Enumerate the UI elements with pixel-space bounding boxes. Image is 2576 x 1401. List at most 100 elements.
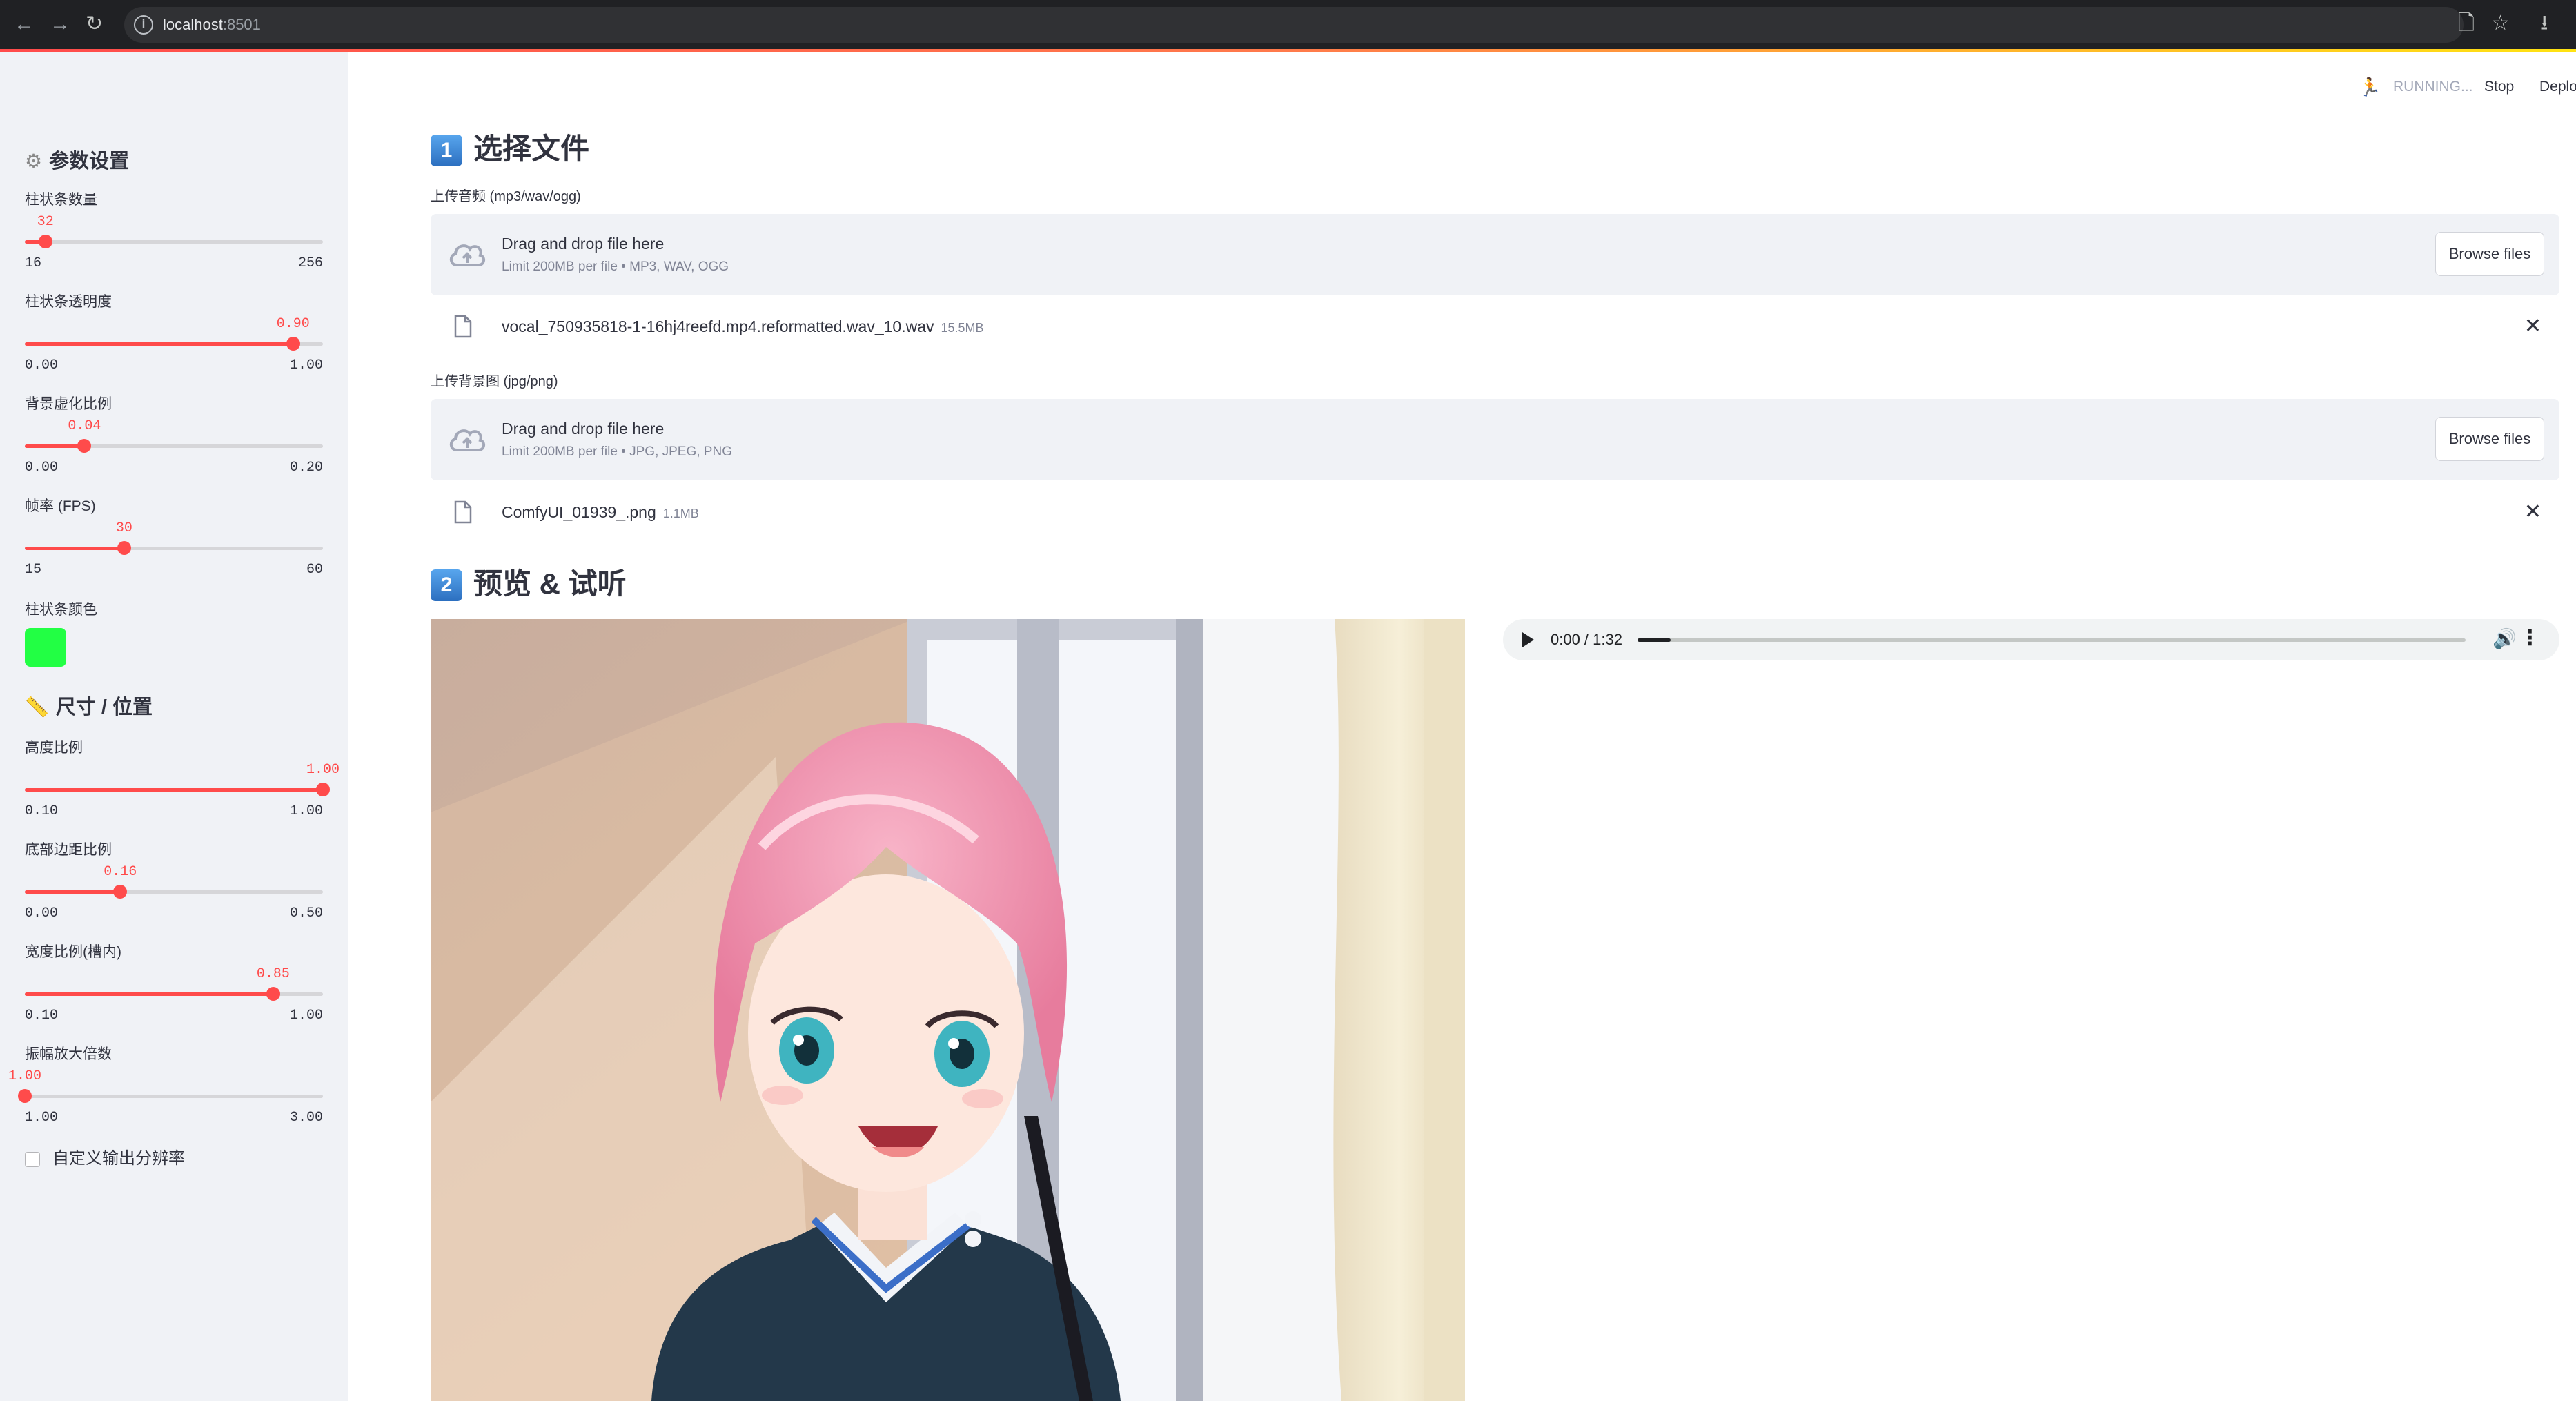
dropzone-limit: Limit 200MB per file • JPG, JPEG, PNG — [502, 444, 732, 459]
slider-min: 16 — [25, 255, 42, 271]
deploy-button[interactable]: Deplo — [2539, 75, 2576, 99]
slider-max: 1.00 — [289, 1008, 323, 1023]
file-name: vocal_750935818-1-16hj4reefd.mp4.reforma… — [502, 317, 934, 335]
uploaded-image-file: ComfyUI_01939_.png 1.1MB ✕ — [431, 485, 2559, 540]
slider-thumb[interactable] — [117, 541, 131, 555]
slider-min: 0.00 — [25, 460, 59, 476]
slider-track[interactable] — [25, 541, 323, 555]
slider-min: 0.00 — [25, 905, 59, 921]
slider-thumb[interactable] — [38, 235, 52, 248]
slider-min: 0.10 — [25, 803, 59, 819]
url-host: localhost — [163, 16, 223, 33]
checkbox-box[interactable] — [25, 1151, 40, 1167]
stop-button[interactable]: Stop — [2484, 75, 2514, 99]
slider-value: 1.00 — [306, 762, 340, 778]
slider-value: 30 — [115, 520, 132, 536]
slider-max: 0.20 — [289, 460, 323, 476]
sidebar-section-size: 📏 尺寸 / 位置 — [25, 694, 153, 721]
uploaded-audio-file: vocal_750935818-1-16hj4reefd.mp4.reforma… — [431, 300, 2559, 355]
sidebar-section-params: ⚙ 参数设置 — [25, 148, 129, 175]
ruler-icon: 📏 — [25, 696, 49, 718]
bookmark-star-icon[interactable]: ☆ — [2491, 11, 2510, 36]
page-icon[interactable]: 🗋 — [2458, 11, 2475, 36]
slider-max: 0.50 — [289, 905, 323, 921]
audio-upload-label: 上传音频 (mp3/wav/ogg) — [431, 189, 581, 204]
volume-icon[interactable]: 🔊 — [2493, 627, 2517, 651]
slider-track[interactable] — [25, 439, 323, 453]
slider-max: 1.00 — [289, 803, 323, 819]
slider-label: 柱状条透明度 — [25, 294, 112, 310]
slider-fill — [25, 788, 323, 792]
slider-label: 背景虚化比例 — [25, 396, 112, 412]
url-port: :8501 — [222, 16, 261, 33]
slider-fill — [25, 547, 124, 550]
browser-toolbar: ← → ↻ i localhost:8501 🗋 ☆ ⭳ — [0, 0, 2576, 49]
slider-fill — [25, 890, 121, 894]
slider-thumb[interactable] — [316, 783, 330, 796]
slider-track[interactable] — [25, 783, 330, 796]
background-image-preview — [431, 619, 1465, 1401]
address-bar[interactable]: i localhost:8501 — [124, 7, 2464, 43]
play-icon[interactable] — [1522, 632, 1534, 647]
slider-label: 柱状条数量 — [25, 192, 97, 208]
slider-label: 振幅放大倍数 — [25, 1046, 112, 1062]
file-size: 15.5MB — [941, 321, 984, 335]
slider-label: 高度比例 — [25, 740, 83, 756]
download-icon[interactable]: ⭳ — [2541, 11, 2548, 36]
gear-icon: ⚙ — [25, 150, 43, 172]
site-info-icon[interactable]: i — [134, 15, 153, 35]
reload-icon[interactable]: ↻ — [86, 12, 103, 36]
slider-thumb[interactable] — [18, 1089, 32, 1103]
slider-max: 60 — [306, 562, 323, 578]
running-man-icon: 🏃 — [2359, 77, 2381, 97]
slider-fill — [25, 992, 273, 996]
bar-color-picker[interactable] — [25, 628, 66, 667]
cloud-upload-icon — [449, 429, 485, 451]
sidebar — [0, 52, 348, 1401]
audio-dropzone[interactable]: Drag and drop file here Limit 200MB per … — [431, 214, 2559, 295]
back-icon[interactable]: ← — [14, 12, 35, 36]
image-dropzone[interactable]: Drag and drop file here Limit 200MB per … — [431, 399, 2559, 480]
cloud-upload-icon — [449, 244, 485, 266]
section-title-text: 预览 & 试听 — [473, 567, 627, 600]
more-options-icon[interactable]: ⋮ — [2519, 626, 2540, 651]
slider-track[interactable] — [25, 987, 323, 1001]
slider-max: 1.00 — [289, 357, 323, 373]
slider-value: 0.16 — [104, 864, 137, 880]
image-upload-label: 上传背景图 (jpg/png) — [431, 374, 558, 389]
slider-thumb[interactable] — [286, 337, 300, 351]
slider-track[interactable] — [25, 337, 323, 351]
audio-progress-bar[interactable] — [1638, 638, 2466, 642]
audio-player[interactable]: 0:00 / 1:32 🔊 ⋮ — [1503, 619, 2559, 660]
slider-value: 0.90 — [276, 316, 310, 332]
slider-value: 1.00 — [8, 1068, 42, 1084]
audio-time: 0:00 / 1:32 — [1551, 631, 1622, 648]
file-icon — [454, 315, 472, 338]
dropzone-text: Drag and drop file here — [502, 235, 665, 253]
slider-min: 0.00 — [25, 357, 59, 373]
slider-value: 32 — [37, 214, 54, 230]
slider-track[interactable] — [18, 1089, 323, 1103]
slider-value: 0.04 — [68, 418, 101, 434]
remove-file-icon[interactable]: ✕ — [2524, 500, 2541, 524]
slider-track[interactable] — [25, 885, 323, 899]
forward-icon[interactable]: → — [50, 12, 70, 36]
slider-max: 256 — [297, 255, 323, 271]
section-title-preview: 2 预览 & 试听 — [431, 565, 627, 603]
streamlit-decoration-bar — [0, 49, 2576, 52]
slider-min: 0.10 — [25, 1008, 59, 1023]
running-status: RUNNING... — [2393, 79, 2473, 95]
slider-fill — [25, 444, 85, 448]
remove-file-icon[interactable]: ✕ — [2524, 315, 2541, 338]
url-text: localhost:8501 — [163, 15, 261, 35]
slider-track[interactable] — [25, 235, 323, 248]
custom-resolution-checkbox[interactable]: 自定义输出分辨率 — [25, 1148, 185, 1169]
section-title-text: 选择文件 — [473, 133, 590, 165]
slider-label: 宽度比例(槽内) — [25, 944, 121, 960]
slider-max: 3.00 — [289, 1110, 323, 1126]
number-two-icon: 2 — [431, 569, 462, 601]
browse-files-button[interactable]: Browse files — [2435, 232, 2544, 276]
slider-thumb[interactable] — [266, 987, 280, 1001]
slider-fill — [25, 342, 293, 346]
browse-files-button[interactable]: Browse files — [2435, 417, 2544, 461]
